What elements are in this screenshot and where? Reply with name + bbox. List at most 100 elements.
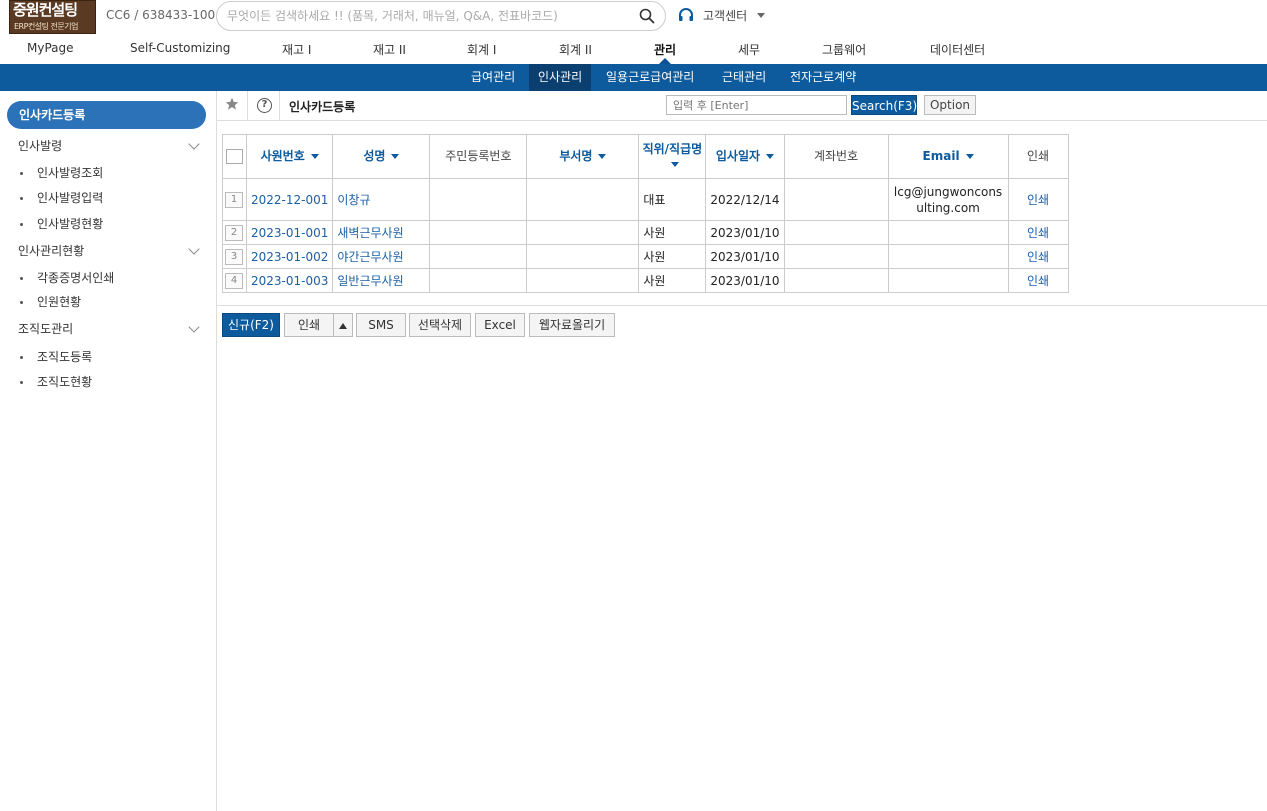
cell-name[interactable]: 이창규: [332, 178, 431, 221]
menu-inventory-1[interactable]: 재고 I: [282, 41, 311, 58]
sidebar-group-hr-status[interactable]: 인사관리현황: [18, 242, 200, 259]
menu-inventory-2[interactable]: 재고 II: [373, 41, 406, 58]
option-button[interactable]: Option: [924, 95, 976, 115]
row-number[interactable]: 4: [225, 273, 243, 289]
submenu-payroll[interactable]: 급여관리: [462, 64, 524, 91]
select-all-checkbox[interactable]: [226, 149, 243, 164]
sidebar-item-org-status[interactable]: 조직도현황: [20, 373, 92, 390]
row-number[interactable]: 1: [225, 192, 243, 208]
col-header-position[interactable]: 직위/직급명: [638, 134, 707, 179]
cell-hire-date: 2023/01/10: [705, 220, 785, 245]
bullet-icon: [20, 381, 23, 384]
sidebar-item-hr-card[interactable]: 인사카드등록: [7, 101, 206, 129]
sidebar-item-appointment-view[interactable]: 인사발령조회: [20, 164, 103, 181]
bullet-icon: [20, 172, 23, 175]
menu-data-center[interactable]: 데이터센터: [930, 41, 985, 58]
cell-account: [783, 220, 889, 245]
sub-menu: 급여관리 인사관리 일용근로급여관리 근태관리 전자근로계약: [0, 64, 1267, 91]
menu-groupware[interactable]: 그룹웨어: [822, 41, 866, 58]
cell-account: [783, 268, 889, 293]
cell-emp-no[interactable]: 2023-01-002: [245, 244, 334, 269]
table-row[interactable]: 4 2023-01-003 일반근무사원 사원 2023/01/10 인쇄: [222, 268, 1069, 293]
row-number[interactable]: 2: [225, 225, 243, 241]
main-menu: MyPage Self-Customizing 재고 I 재고 II 회계 I …: [0, 34, 1267, 64]
company-logo[interactable]: 중원컨설팅 ERP컨설팅 전문기업: [9, 0, 96, 34]
table-row[interactable]: 3 2023-01-002 야간근무사원 사원 2023/01/10 인쇄: [222, 244, 1069, 269]
bullet-icon: [20, 223, 23, 226]
sidebar-item-headcount[interactable]: 인원현황: [20, 293, 81, 310]
table-row[interactable]: 2 2023-01-001 새벽근무사원 사원 2023/01/10 인쇄: [222, 220, 1069, 245]
sidebar-group-org[interactable]: 조직도관리: [18, 320, 200, 337]
cell-email: lcg@jungwonconsulting.com: [887, 178, 1009, 221]
submenu-attendance[interactable]: 근태관리: [713, 64, 775, 91]
menu-mypage[interactable]: MyPage: [27, 41, 74, 55]
col-header-email[interactable]: Email: [887, 134, 1009, 179]
col-header-label: 입사일자: [715, 149, 761, 163]
global-search-input[interactable]: [227, 7, 627, 25]
cell-emp-no[interactable]: 2023-01-001: [245, 220, 334, 245]
menu-management[interactable]: 관리: [654, 41, 676, 58]
sort-icon: [391, 154, 400, 159]
sidebar-item-appointment-input[interactable]: 인사발령입력: [20, 189, 103, 206]
col-header-hire-date[interactable]: 입사일자: [705, 134, 785, 179]
cell-email: [887, 220, 1009, 245]
cell-hire-date: 2022/12/14: [705, 178, 785, 221]
col-header-label: 주민등록번호: [445, 149, 512, 163]
menu-self-customizing[interactable]: Self-Customizing: [130, 41, 230, 55]
row-number[interactable]: 3: [225, 249, 243, 265]
caret-up-icon: [339, 322, 347, 329]
search-button[interactable]: Search(F3): [851, 95, 917, 115]
cell-name[interactable]: 일반근무사원: [332, 268, 431, 293]
bullet-icon: [20, 197, 23, 200]
star-icon[interactable]: [225, 97, 239, 111]
cell-emp-no[interactable]: 2022-12-001: [245, 178, 334, 221]
cell-dept: [526, 178, 640, 221]
cell-name[interactable]: 새벽근무사원: [332, 220, 431, 245]
delete-selected-button[interactable]: 선택삭제: [409, 313, 471, 337]
new-button[interactable]: 신규(F2): [222, 313, 280, 337]
customer-center[interactable]: 고객센터: [677, 6, 766, 24]
sidebar-item-label: 조직도등록: [37, 350, 93, 364]
submenu-e-contract[interactable]: 전자근로계약: [781, 64, 865, 91]
web-upload-button[interactable]: 웹자료올리기: [529, 313, 615, 337]
print-link[interactable]: 인쇄: [1007, 178, 1069, 221]
col-header-account: 계좌번호: [783, 134, 889, 179]
cell-emp-no[interactable]: 2023-01-003: [245, 268, 334, 293]
cell-position: 사원: [638, 220, 707, 245]
logo-subtitle: ERP컨설팅 전문기업: [14, 22, 79, 31]
excel-button[interactable]: Excel: [475, 313, 525, 337]
sidebar-item-appointment-status[interactable]: 인사발령현황: [20, 215, 103, 232]
sidebar-group-label: 조직도관리: [18, 322, 74, 336]
print-button[interactable]: 인쇄: [284, 313, 334, 337]
sidebar-item-certificates[interactable]: 각종증명서인쇄: [20, 269, 114, 286]
submenu-daily-payroll[interactable]: 일용근로급여관리: [597, 64, 703, 91]
table-row[interactable]: 1 2022-12-001 이창규 대표 2022/12/14 lcg@jung…: [222, 178, 1069, 221]
col-header-dept[interactable]: 부서명: [526, 134, 640, 179]
col-header-label: 직위/직급명: [642, 141, 703, 156]
divider: [217, 305, 1267, 306]
filter-search-input[interactable]: [666, 95, 847, 115]
sidebar-group-appointment[interactable]: 인사발령: [18, 137, 200, 154]
cell-name[interactable]: 야간근무사원: [332, 244, 431, 269]
print-link[interactable]: 인쇄: [1007, 268, 1069, 293]
divider: [279, 91, 280, 121]
print-link[interactable]: 인쇄: [1007, 220, 1069, 245]
sidebar-item-label: 각종증명서인쇄: [37, 271, 115, 285]
headset-icon: [679, 8, 693, 21]
print-options-button[interactable]: [333, 313, 353, 337]
sms-button[interactable]: SMS: [356, 313, 406, 337]
help-icon[interactable]: ?: [257, 98, 272, 113]
search-icon[interactable]: [639, 8, 655, 24]
chevron-down-icon: [188, 138, 200, 150]
submenu-hr[interactable]: 인사관리: [529, 64, 592, 91]
col-header-name[interactable]: 성명: [332, 134, 431, 179]
company-code: CC6 / 638433-100: [106, 8, 216, 22]
col-header-emp-no[interactable]: 사원번호: [245, 134, 334, 179]
print-link[interactable]: 인쇄: [1007, 244, 1069, 269]
menu-tax[interactable]: 세무: [738, 41, 760, 58]
sort-icon: [598, 154, 607, 159]
cell-hire-date: 2023/01/10: [705, 268, 785, 293]
sidebar-item-org-register[interactable]: 조직도등록: [20, 348, 92, 365]
menu-accounting-2[interactable]: 회계 II: [559, 41, 592, 58]
menu-accounting-1[interactable]: 회계 I: [467, 41, 496, 58]
